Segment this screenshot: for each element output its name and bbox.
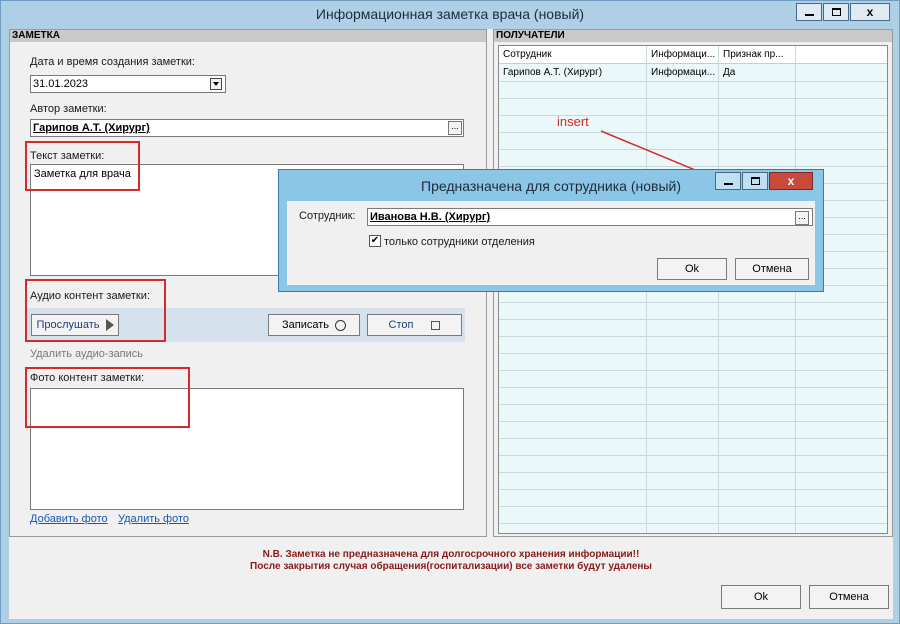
dialog-employee-field[interactable]: Иванова Н.В. (Хирург) xyxy=(367,208,813,226)
dialog-employee-value: Иванова Н.В. (Хирург) xyxy=(370,211,491,223)
dialog-employee-select-button[interactable]: ... xyxy=(795,211,809,225)
grid-row-divider xyxy=(499,472,887,473)
author-label: Автор заметки: xyxy=(30,103,107,115)
grid-row-divider xyxy=(499,98,887,99)
author-select-button[interactable]: ... xyxy=(448,121,462,135)
cell-sign: Да xyxy=(723,67,736,78)
grid-row-divider xyxy=(499,523,887,524)
cell-info: Информаци... xyxy=(651,67,715,78)
column-header-employee[interactable]: Сотрудник xyxy=(503,47,643,63)
grid-row-divider xyxy=(499,319,887,320)
delete-audio-link[interactable]: Удалить аудио-запись xyxy=(30,348,143,360)
add-photo-link[interactable]: Добавить фото xyxy=(30,513,108,525)
maximize-icon xyxy=(750,177,760,185)
title-bar: Информационная заметка врача (новый) x xyxy=(1,1,899,27)
date-label: Дата и время создания заметки: xyxy=(30,56,195,68)
record-button[interactable]: Записать xyxy=(268,314,360,336)
dialog-employee-label: Сотрудник: xyxy=(299,210,356,222)
employee-dialog: Предназначена для сотрудника (новый) x С… xyxy=(278,169,824,292)
annotation-insert-label: insert xyxy=(557,114,589,129)
grid-row-divider xyxy=(499,506,887,507)
minimize-button[interactable] xyxy=(796,3,822,21)
minimize-icon xyxy=(723,183,733,185)
grid-row-divider xyxy=(499,370,887,371)
date-field[interactable]: 31.01.2023 xyxy=(30,75,226,93)
record-button-label: Записать xyxy=(281,319,329,331)
cancel-button-label: Отмена xyxy=(829,591,869,603)
grid-row-divider xyxy=(499,404,887,405)
recipients-group-header: ПОЛУЧАТЕЛИ xyxy=(494,30,892,42)
close-icon: x xyxy=(866,5,874,19)
dialog-maximize-button[interactable] xyxy=(742,172,768,190)
main-window: Информационная заметка врача (новый) x З… xyxy=(0,0,900,624)
stop-button-label: Стоп xyxy=(388,319,414,331)
dialog-client-area: Сотрудник: Иванова Н.В. (Хирург) ... ✔ т… xyxy=(287,201,815,285)
stop-button[interactable]: Стоп xyxy=(367,314,462,336)
column-header-info[interactable]: Информаци... xyxy=(651,47,715,63)
minimize-icon xyxy=(804,14,814,16)
date-value: 31.01.2023 xyxy=(33,78,89,90)
grid-row-divider xyxy=(499,336,887,337)
author-field[interactable]: Гарипов А.Т. (Хирург) xyxy=(30,119,464,137)
warning-line-2: После закрытия случая обращения(госпитал… xyxy=(250,561,652,572)
stop-icon xyxy=(431,320,441,330)
grid-row-divider xyxy=(499,353,887,354)
chevron-down-icon xyxy=(213,82,219,86)
grid-row-divider xyxy=(499,455,887,456)
author-value: Гарипов А.Т. (Хирург) xyxy=(33,122,150,134)
record-icon xyxy=(335,319,346,331)
annotation-box-photo xyxy=(25,367,190,428)
dialog-cancel-button[interactable]: Отмена xyxy=(735,258,809,280)
ok-button[interactable]: Ok xyxy=(721,585,801,609)
warning-line-1: N.B. Заметка не предназначена для долгос… xyxy=(262,549,640,560)
maximize-icon xyxy=(831,8,841,16)
dialog-department-checkbox[interactable]: ✔ xyxy=(369,235,381,247)
close-button[interactable]: x xyxy=(850,3,890,21)
dialog-close-button[interactable]: x xyxy=(769,172,813,190)
grid-row-divider xyxy=(499,387,887,388)
maximize-button[interactable] xyxy=(823,3,849,21)
close-icon: x xyxy=(787,174,795,188)
annotation-box-text xyxy=(25,141,140,191)
cell-employee: Гарипов А.Т. (Хирург) xyxy=(503,67,603,78)
delete-photo-link[interactable]: Удалить фото xyxy=(118,513,189,525)
ok-button-label: Ok xyxy=(753,591,769,603)
grid-row-divider xyxy=(499,438,887,439)
note-group-header: ЗАМЕТКА xyxy=(10,30,486,42)
dialog-cancel-label: Отмена xyxy=(752,263,792,275)
grid-row-divider xyxy=(499,489,887,490)
dialog-ok-label: Ok xyxy=(684,263,700,275)
grid-row-divider xyxy=(499,302,887,303)
date-dropdown-button[interactable] xyxy=(210,78,222,90)
dialog-checkbox-label: только сотрудники отделения xyxy=(384,236,535,248)
annotation-box-audio xyxy=(25,279,166,342)
grid-row-divider xyxy=(499,421,887,422)
window-title: Информационная заметка врача (новый) xyxy=(315,6,585,22)
dialog-minimize-button[interactable] xyxy=(715,172,741,190)
column-header-sign[interactable]: Признак пр... xyxy=(723,47,791,63)
table-header: Сотрудник Информаци... Признак пр... xyxy=(499,46,887,64)
grid-row-divider xyxy=(499,81,887,82)
dialog-ok-button[interactable]: Ok xyxy=(657,258,727,280)
cancel-button[interactable]: Отмена xyxy=(809,585,889,609)
